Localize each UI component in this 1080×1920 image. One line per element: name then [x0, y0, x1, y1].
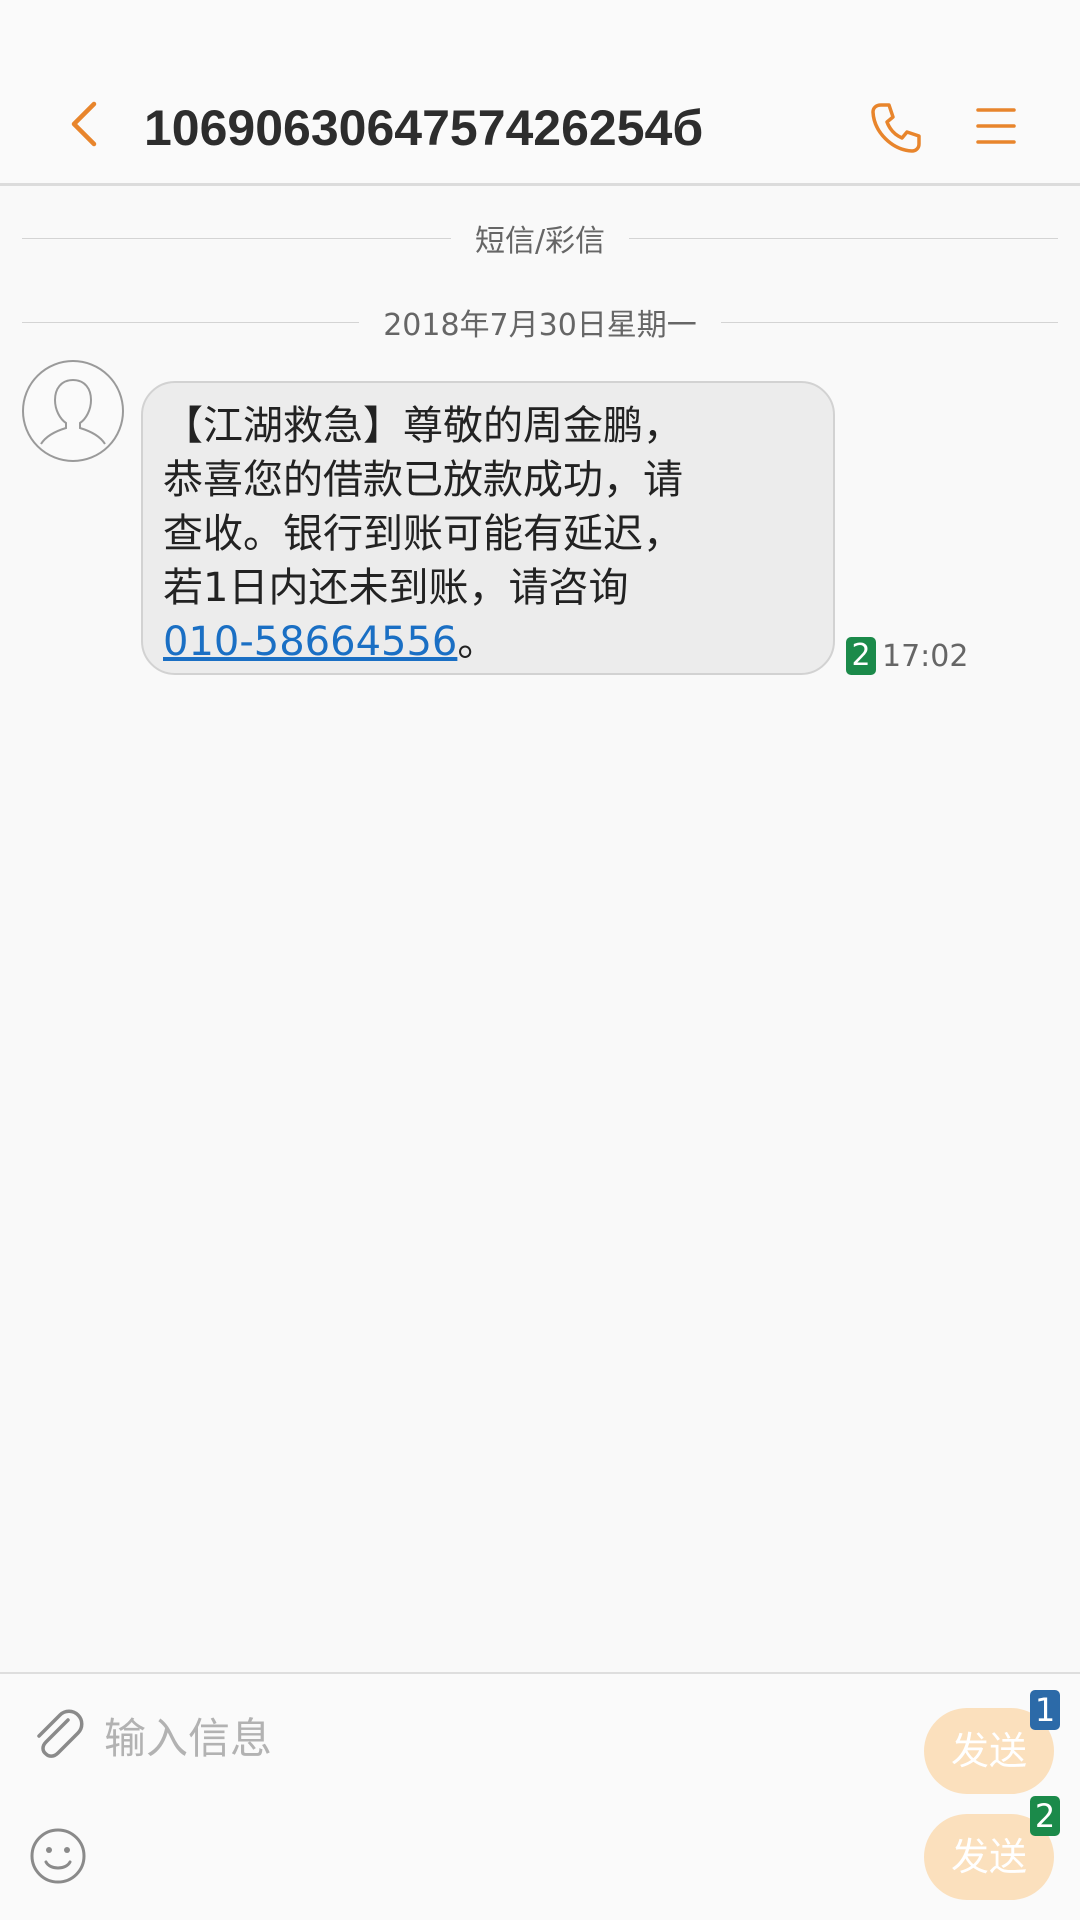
phone-icon: [871, 103, 921, 153]
paperclip-icon: [37, 1709, 84, 1758]
message-input[interactable]: [104, 1702, 904, 1774]
divider-line: [22, 321, 360, 323]
message-text-line: 查收。银行到账可能有延迟，: [163, 511, 683, 557]
message-type-divider: 短信/彩信: [22, 218, 1059, 259]
message-suffix: 。: [457, 619, 498, 665]
messaging-app: 1069063064757426254б 短信/彩信 2018年7月30日星期一: [0, 0, 1080, 1920]
message-text-line: 恭喜您的借款已放款成功，请: [163, 457, 683, 503]
divider-line: [720, 321, 1059, 323]
menu-button[interactable]: [966, 96, 1026, 156]
emoji-button[interactable]: [26, 1824, 90, 1888]
send-sim2-button[interactable]: 发送 2: [924, 1796, 1060, 1900]
divider-line: [22, 237, 451, 239]
date-divider: 2018年7月30日星期一: [22, 302, 1059, 343]
message-time: 17:02: [882, 638, 969, 674]
call-button[interactable]: [864, 96, 928, 160]
sim-badge: 2: [846, 637, 876, 675]
send-sim1-button[interactable]: 发送 1: [924, 1690, 1060, 1794]
message-bubble[interactable]: 【江湖救急】尊敬的周金鹏， 恭喜您的借款已放款成功，请 查收。银行到账可能有延迟…: [141, 381, 835, 675]
person-silhouette-icon: [40, 379, 106, 445]
smiley-icon: [30, 1828, 86, 1884]
contact-number-title: 1069063064757426254б: [144, 100, 704, 156]
sender-avatar[interactable]: [22, 360, 124, 462]
message-text-line: 【江湖救急】尊敬的周金鹏，: [163, 403, 683, 449]
divider-line: [629, 237, 1059, 239]
message-text-line: 若1日内还未到账，请咨询: [163, 565, 629, 611]
sim2-badge: 2: [1030, 1796, 1060, 1836]
sim1-badge: 1: [1030, 1690, 1060, 1730]
attach-button[interactable]: [26, 1702, 90, 1766]
message-text-line: 010-58664556。: [163, 615, 809, 669]
message-meta: 2 17:02: [846, 636, 968, 676]
back-button[interactable]: [52, 92, 116, 156]
chevron-left-icon: [71, 101, 97, 147]
date-label: 2018年7月30日星期一: [383, 308, 697, 343]
conversation-header: 1069063064757426254б: [0, 0, 1080, 186]
message-type-label: 短信/彩信: [474, 224, 606, 259]
menu-icon: [976, 108, 1016, 144]
phone-number-link[interactable]: 010-58664556: [163, 619, 457, 665]
